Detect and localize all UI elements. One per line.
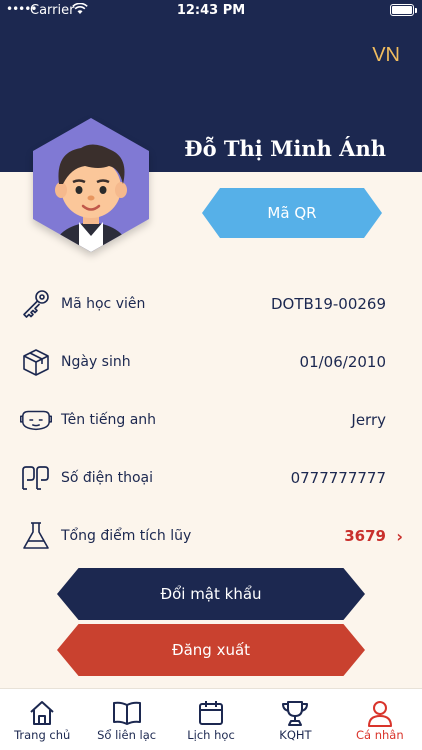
phone-contacts-icon [20, 462, 52, 494]
tab-label: Cá nhân [356, 728, 404, 742]
chevron-right-icon[interactable]: › [396, 527, 403, 546]
points-value: 3679 [344, 527, 386, 545]
tab-label: Lịch học [187, 728, 235, 742]
user-icon [366, 698, 394, 728]
status-bar: ••••• Carrier 12:43 PM [0, 0, 422, 22]
info-label: Tổng điểm tích lũy [61, 528, 192, 544]
language-switch[interactable]: VN [372, 44, 400, 67]
tab-results[interactable]: KQHT [253, 689, 337, 750]
change-password-button[interactable]: Đổi mật khẩu [57, 568, 365, 620]
tab-personal[interactable]: Cá nhân [338, 689, 422, 750]
book-icon [112, 698, 142, 728]
info-value: 01/06/2010 [299, 353, 386, 371]
trophy-icon [280, 698, 310, 728]
info-row-english-name: Tên tiếng anh Jerry [0, 400, 422, 440]
calendar-icon [197, 698, 225, 728]
tab-label: KQHT [279, 728, 312, 742]
tab-schedule[interactable]: Lịch học [169, 689, 253, 750]
clock: 12:43 PM [176, 3, 246, 18]
info-label: Số điện thoại [61, 470, 154, 486]
info-row-phone: Số điện thoại 0777777777 [0, 458, 422, 498]
home-icon [28, 698, 56, 728]
info-value: Jerry [351, 411, 386, 429]
info-row-points[interactable]: Tổng điểm tích lũy 3679 › [0, 516, 422, 556]
info-row-student-id: Mã học viên DOTB19-00269 [0, 284, 422, 324]
info-value: DOTB19-00269 [270, 295, 386, 313]
logout-button[interactable]: Đăng xuất [57, 624, 365, 676]
tab-bar: Trang chủ Sổ liên lạc Lịch học KQHT Cá n… [0, 688, 422, 750]
info-value: 0777777777 [290, 469, 386, 487]
mask-icon [20, 404, 52, 436]
key-icon [20, 288, 52, 320]
battery-icon [390, 4, 417, 16]
info-row-birthday: Ngày sinh 01/06/2010 [0, 342, 422, 382]
tab-home[interactable]: Trang chủ [0, 689, 84, 750]
info-label: Mã học viên [61, 296, 146, 312]
tab-label: Trang chủ [14, 728, 71, 742]
tab-label: Sổ liên lạc [97, 728, 157, 742]
info-label: Ngày sinh [61, 354, 131, 370]
avatar [33, 118, 149, 252]
student-name: Đỗ Thị Minh Ánh [184, 136, 386, 161]
info-label: Tên tiếng anh [61, 412, 157, 428]
tab-contact-book[interactable]: Sổ liên lạc [84, 689, 168, 750]
flask-icon [20, 520, 52, 552]
gift-box-icon [20, 346, 52, 378]
qr-code-button[interactable]: Mã QR [202, 188, 382, 238]
